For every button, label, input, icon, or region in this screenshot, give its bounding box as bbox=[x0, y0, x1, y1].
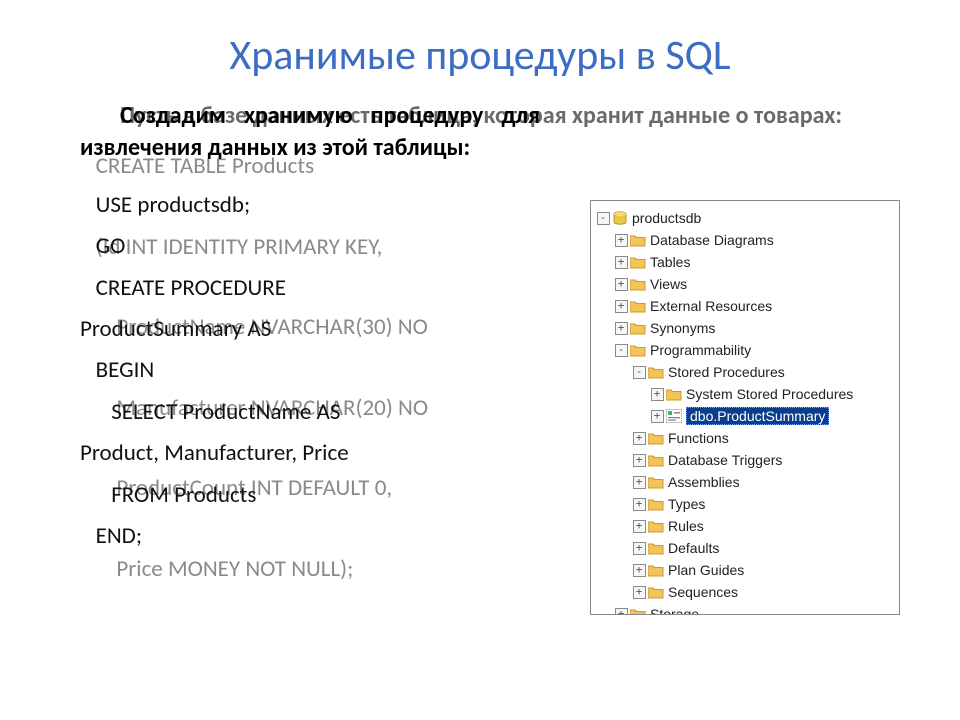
tree-toggle-icon[interactable]: + bbox=[631, 474, 647, 490]
tree-toggle-icon[interactable]: + bbox=[631, 518, 647, 534]
tree-toggle-icon[interactable]: + bbox=[631, 430, 647, 446]
folder-icon bbox=[647, 364, 665, 380]
tree-node[interactable]: - Stored Procedures bbox=[591, 361, 899, 383]
folder-icon bbox=[629, 276, 647, 292]
tree-node[interactable]: + Rules bbox=[591, 515, 899, 537]
tree-node[interactable]: + Views bbox=[591, 273, 899, 295]
stored-procedure-icon bbox=[665, 408, 683, 424]
tree-toggle-icon[interactable]: + bbox=[631, 496, 647, 512]
tree-node-root[interactable]: - productsdb bbox=[591, 207, 899, 229]
tree-node-label: Sequences bbox=[668, 584, 738, 600]
folder-icon bbox=[629, 342, 647, 358]
tree-toggle-icon[interactable]: + bbox=[613, 320, 629, 336]
tree-node[interactable]: + External Resources bbox=[591, 295, 899, 317]
tree-toggle-icon[interactable]: - bbox=[631, 364, 647, 380]
tree-node[interactable]: + Synonyms bbox=[591, 317, 899, 339]
tree-node[interactable]: + Database Triggers bbox=[591, 449, 899, 471]
tree-toggle-icon[interactable]: - bbox=[613, 342, 629, 358]
tree-toggle-icon[interactable]: + bbox=[613, 232, 629, 248]
tree-node-label: Rules bbox=[668, 518, 704, 534]
tree-node[interactable]: + System Stored Procedures bbox=[591, 383, 899, 405]
tree-node-label: Types bbox=[668, 496, 705, 512]
front-code: USE productsdb; GO CREATE PROCEDURE Prod… bbox=[80, 185, 540, 558]
tree-node-label: Functions bbox=[668, 430, 729, 446]
tree-node-label: dbo.ProductSummary bbox=[686, 407, 829, 425]
tree-node-label: Synonyms bbox=[650, 320, 715, 336]
folder-icon bbox=[647, 562, 665, 578]
tree-node-label: Views bbox=[650, 276, 687, 292]
database-icon bbox=[611, 210, 629, 226]
tree-node-label: Storage bbox=[650, 606, 699, 615]
tree-toggle-icon[interactable]: + bbox=[631, 562, 647, 578]
tree-node[interactable]: + Tables bbox=[591, 251, 899, 273]
tree-toggle-icon[interactable]: + bbox=[649, 408, 665, 424]
tree-node[interactable]: - Programmability bbox=[591, 339, 899, 361]
folder-icon bbox=[647, 584, 665, 600]
folder-icon bbox=[647, 518, 665, 534]
folder-icon bbox=[629, 298, 647, 314]
front-intro: Создадим хранимую процедуру для извлечен… bbox=[80, 100, 540, 165]
folder-icon bbox=[629, 254, 647, 270]
folder-icon bbox=[647, 452, 665, 468]
tree-toggle-icon[interactable]: + bbox=[631, 540, 647, 556]
tree-node-label: Plan Guides bbox=[668, 562, 744, 578]
tree-node-label: Defaults bbox=[668, 540, 719, 556]
tree-toggle-icon[interactable]: + bbox=[613, 298, 629, 314]
folder-icon bbox=[647, 474, 665, 490]
tree-toggle-icon[interactable]: - bbox=[595, 210, 611, 226]
tree-node[interactable]: + Defaults bbox=[591, 537, 899, 559]
tree-node-label: Database Diagrams bbox=[650, 232, 774, 248]
tree-node-label: Database Triggers bbox=[668, 452, 782, 468]
tree-toggle-icon[interactable]: + bbox=[613, 606, 629, 615]
folder-icon bbox=[665, 386, 683, 402]
tree-node-label: Tables bbox=[650, 254, 690, 270]
slide-title: Хранимые процедуры в SQL bbox=[0, 0, 960, 91]
tree-node[interactable]: + Functions bbox=[591, 427, 899, 449]
folder-icon bbox=[629, 232, 647, 248]
tree-node[interactable]: + Plan Guides bbox=[591, 559, 899, 581]
tree-node[interactable]: + Sequences bbox=[591, 581, 899, 603]
object-explorer-tree[interactable]: - productsdb + Database Diagrams + Tables + V… bbox=[590, 200, 900, 615]
tree-node-label: productsdb bbox=[632, 210, 701, 226]
folder-icon bbox=[647, 496, 665, 512]
folder-icon bbox=[647, 430, 665, 446]
foreground-text-layer: Создадим хранимую процедуру для извлечен… bbox=[80, 100, 540, 557]
tree-toggle-icon[interactable]: + bbox=[649, 386, 665, 402]
folder-icon bbox=[629, 606, 647, 615]
tree-node[interactable]: + Storage bbox=[591, 603, 899, 615]
tree-node-label: Programmability bbox=[650, 342, 751, 358]
tree-node-label: System Stored Procedures bbox=[686, 386, 853, 402]
tree-toggle-icon[interactable]: + bbox=[631, 452, 647, 468]
tree-node-label: External Resources bbox=[650, 298, 772, 314]
tree-node[interactable]: + dbo.ProductSummary bbox=[591, 405, 899, 427]
tree-node[interactable]: + Types bbox=[591, 493, 899, 515]
tree-node-label: Assemblies bbox=[668, 474, 740, 490]
tree-node-label: Stored Procedures bbox=[668, 364, 785, 380]
tree-node[interactable]: + Database Diagrams bbox=[591, 229, 899, 251]
tree-node[interactable]: + Assemblies bbox=[591, 471, 899, 493]
folder-icon bbox=[629, 320, 647, 336]
tree-toggle-icon[interactable]: + bbox=[631, 584, 647, 600]
tree-toggle-icon[interactable]: + bbox=[613, 276, 629, 292]
folder-icon bbox=[647, 540, 665, 556]
tree-toggle-icon[interactable]: + bbox=[613, 254, 629, 270]
